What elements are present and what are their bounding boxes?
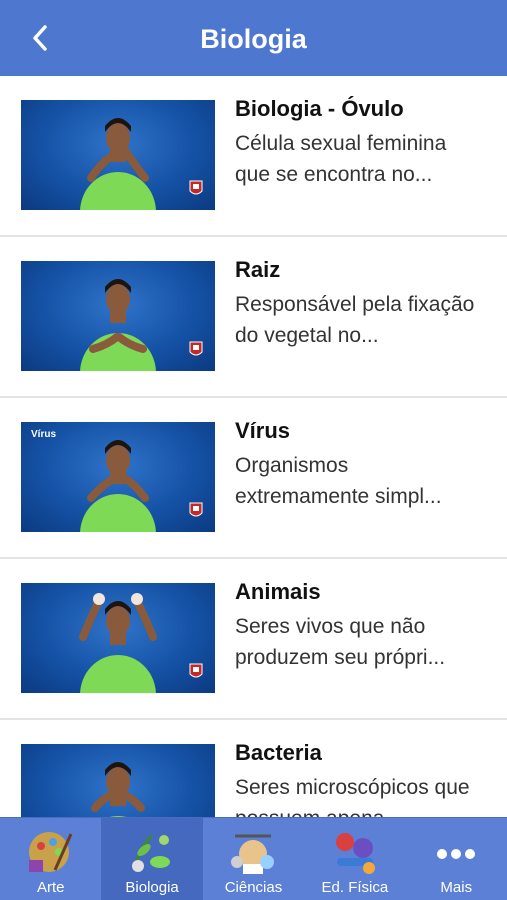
tab-bar: Arte Biologia Ciências Ed. Física Mais [0,817,507,900]
physical-education-icon [335,833,375,874]
parana-logo-icon [189,663,203,681]
tab-label: Arte [36,879,65,896]
art-icon [28,832,73,872]
tab-label: Biologia [125,879,179,896]
signer-illustration [79,593,157,693]
signer-illustration [21,744,215,817]
tab-ed-fisica[interactable]: Ed. Física [304,818,405,900]
biology-icon [132,834,171,872]
tab-label: Ed. Física [321,879,389,896]
list-item[interactable]: Bacteria Seres microscópicos que possuem… [0,720,507,817]
item-title: Vírus [235,418,291,443]
item-title: Bacteria [235,740,322,765]
tab-arte[interactable]: Arte [0,818,101,900]
tab-ciencias[interactable]: Ciências [203,818,304,900]
tab-label: Ciências [224,879,283,896]
item-title: Biologia - Óvulo [235,96,404,121]
item-description: Célula sexual feminina que se encontra n… [235,132,447,186]
parana-logo-icon [189,502,203,520]
video-thumbnail[interactable]: Vírus [21,422,215,532]
list-item[interactable]: Raiz Responsável pela fixação do vegetal… [0,237,507,398]
tab-label: Mais [440,879,473,896]
video-thumbnail[interactable] [21,583,215,693]
item-description: Responsável pela fixação do vegetal no..… [235,293,475,347]
item-title: Raiz [235,257,281,282]
item-title: Animais [235,579,321,604]
item-description: Organismos extremamente simpl... [235,454,442,508]
parana-logo-icon [189,180,203,198]
more-icon [437,849,476,859]
tab-mais[interactable]: Mais [406,818,507,900]
parana-logo-icon [189,341,203,359]
item-description: Seres vivos que não produzem seu própri.… [235,615,446,669]
tab-biologia[interactable]: Biologia [101,818,203,900]
page-title: Biologia [200,24,307,54]
list-item[interactable]: Biologia - Óvulo Célula sexual feminina … [0,76,507,237]
list-item[interactable]: Vírus Vírus Organismos extremamente simp… [0,398,507,559]
video-title: Vírus [31,429,57,440]
video-thumbnail[interactable] [21,100,215,210]
video-thumbnail[interactable] [21,744,215,817]
science-icon [231,834,275,874]
signer-illustration [21,261,215,371]
list-item[interactable]: Animais Seres vivos que não produzem seu… [0,559,507,720]
term-list[interactable]: Biologia - Óvulo Célula sexual feminina … [0,76,507,817]
navigation-bar: Biologia [0,0,507,76]
signer-illustration [21,100,215,210]
video-thumbnail[interactable] [21,261,215,371]
item-description: Seres microscópicos que possuem apena... [235,776,470,817]
